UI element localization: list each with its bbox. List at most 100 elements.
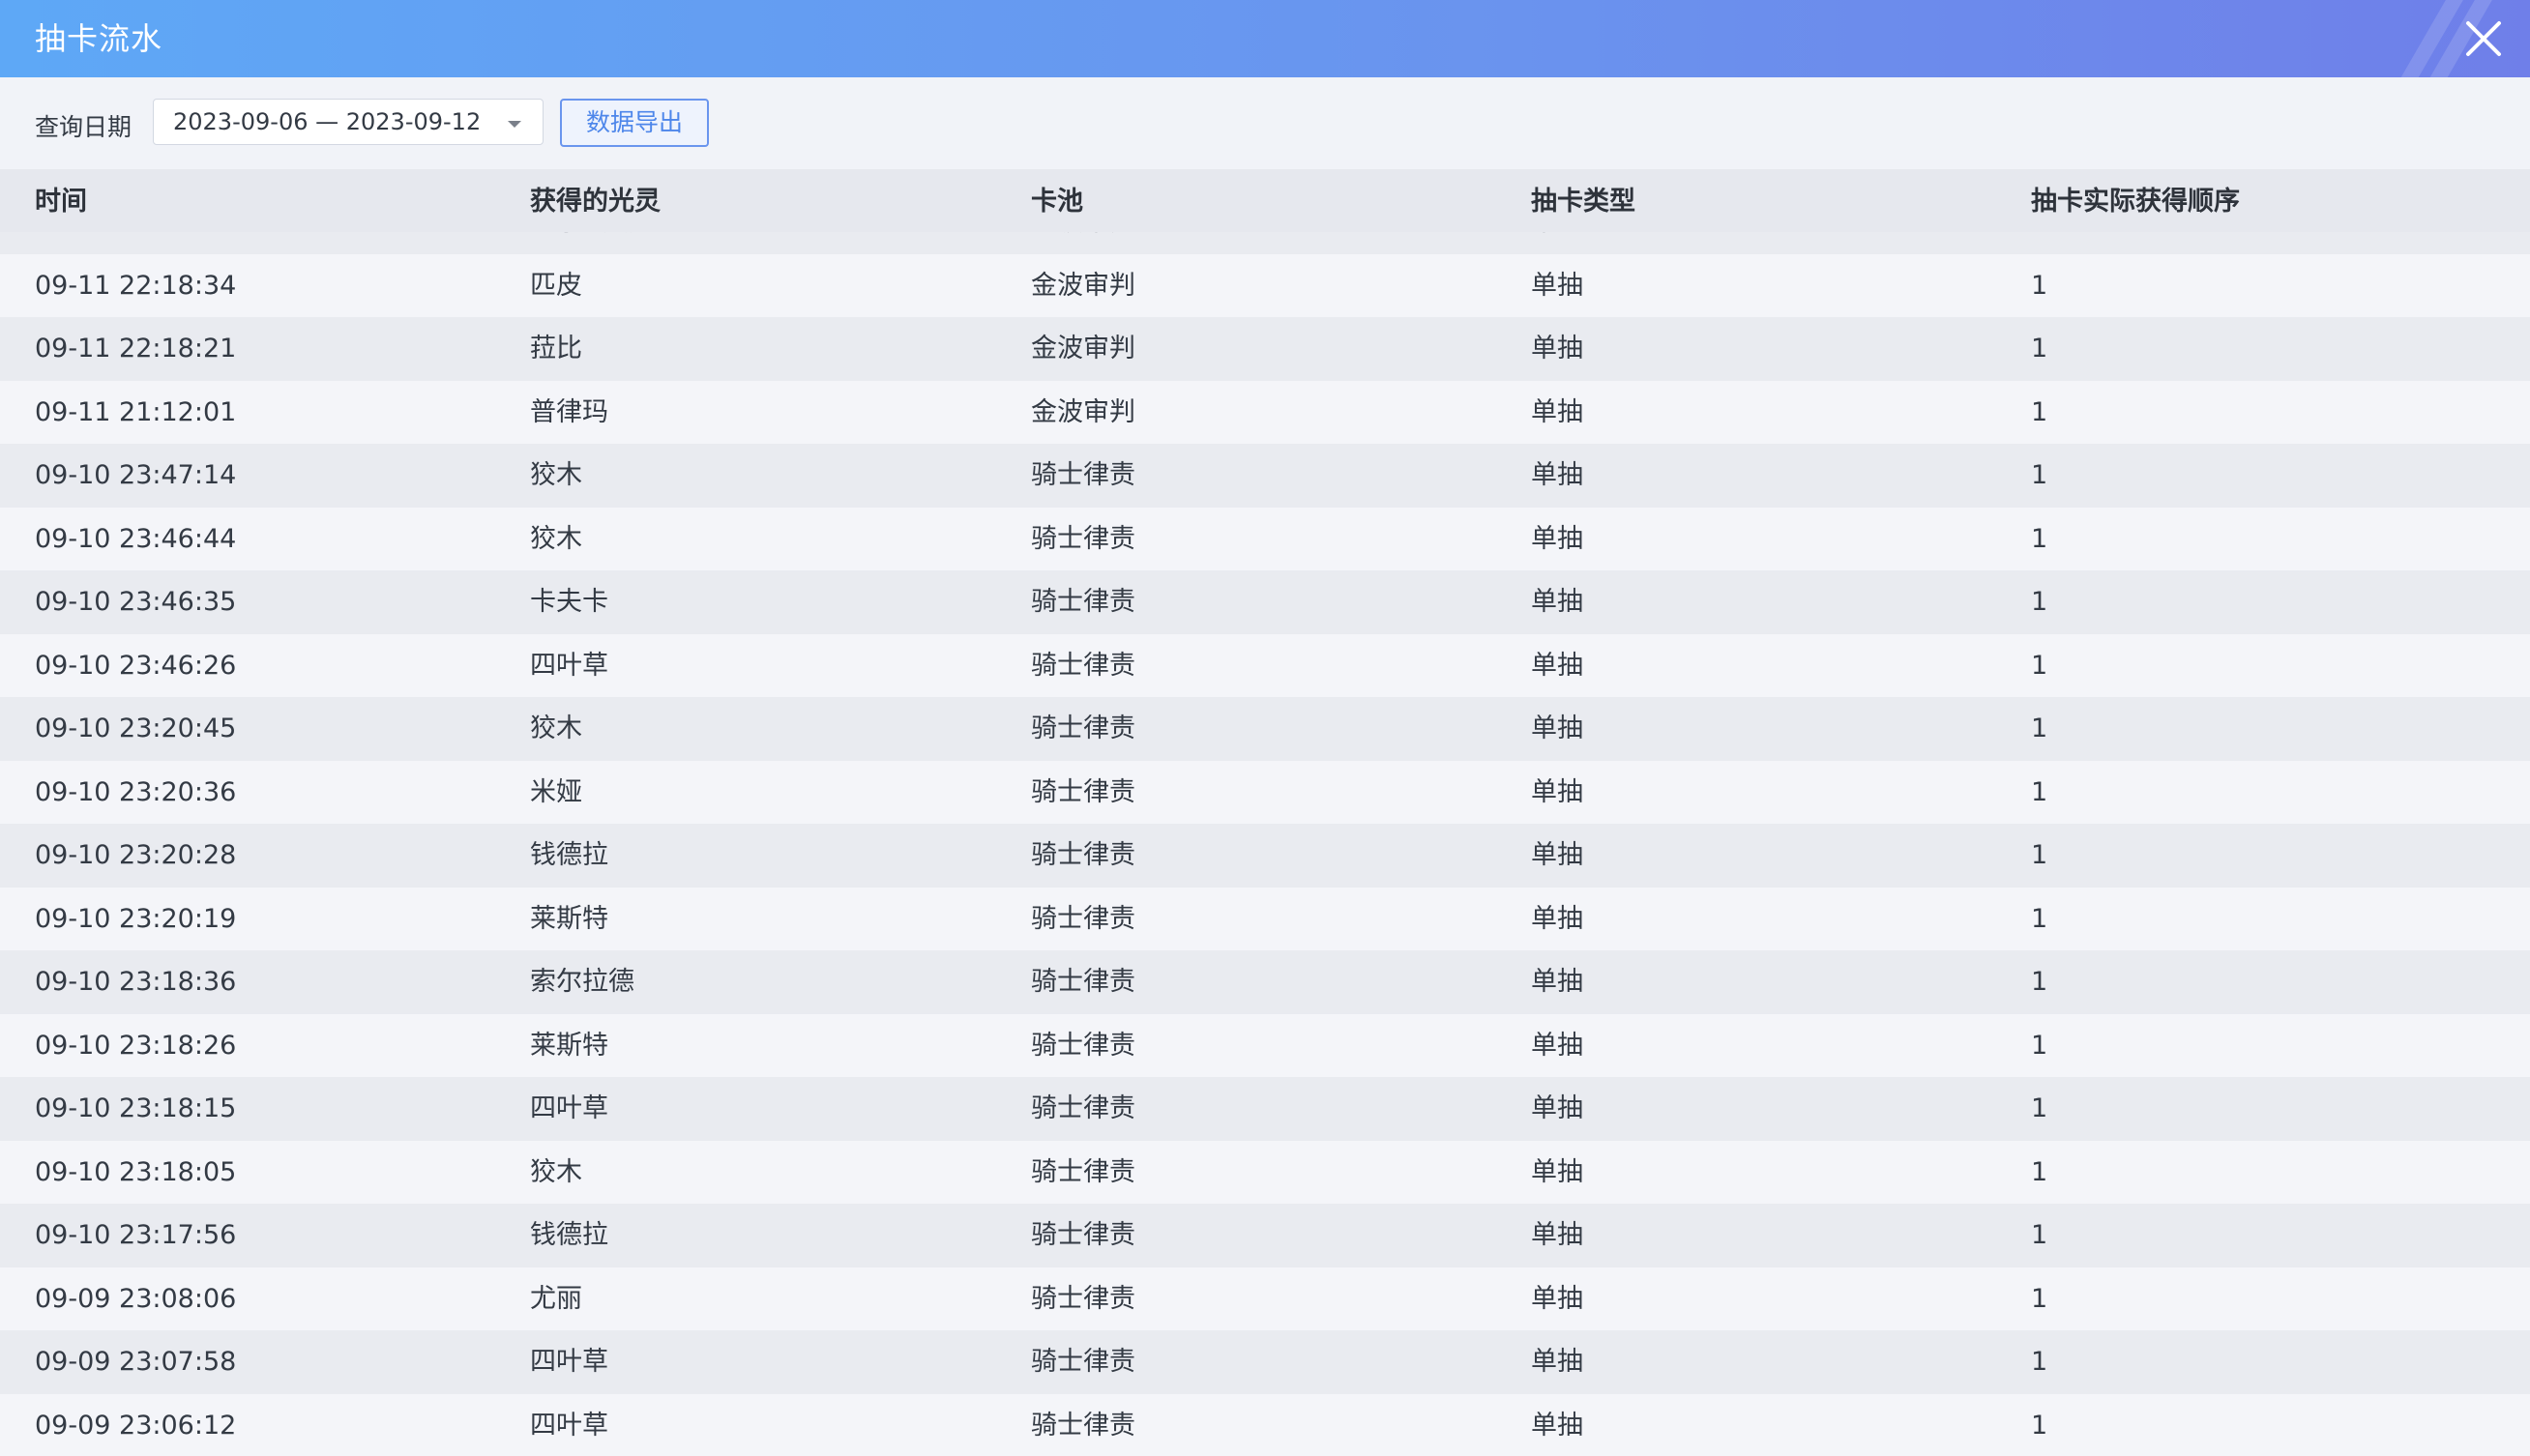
cell-pool: 骑士律责 (1031, 1347, 1135, 1377)
caret-down-icon (508, 121, 521, 128)
table-row[interactable]: 09-10 23:46:35 卡夫卡 骑士律责 单抽 1 (0, 570, 2530, 634)
cell-pool: 骑士律责 (1031, 1030, 1135, 1061)
cell-draw-type: 单抽 (1531, 840, 1583, 870)
date-range-value: 2023-09-06 — 2023-09-12 (173, 108, 482, 135)
table-row[interactable]: 09-10 23:46:44 狡木 骑士律责 单抽 1 (0, 507, 2530, 570)
cell-spirit: 莱斯特 (530, 903, 608, 934)
cell-time: 09-10 23:18:15 (35, 1093, 237, 1123)
table-row[interactable]: 09-10 23:46:26 四叶草 骑士律责 单抽 1 (0, 633, 2530, 697)
column-header-pool: 卡池 (1031, 187, 1083, 217)
cell-pool: 骑士律责 (1031, 967, 1135, 997)
table-row[interactable]: 09-10 23:18:36 索尔拉德 骑士律责 单抽 1 (0, 950, 2530, 1014)
cell-spirit: 匹皮 (530, 270, 582, 301)
cell-spirit: 尤丽 (530, 1283, 582, 1314)
cell-order: 1 (2031, 1283, 2048, 1314)
cell-time: 09-11 21:12:01 (35, 396, 237, 427)
cell-time: 09-09 23:07:58 (35, 1347, 237, 1377)
cell-pool: 骑士律责 (1031, 523, 1135, 554)
cell-draw-type: 单抽 (1531, 1156, 1583, 1187)
table-row[interactable]: 09-10 23:17:56 钱德拉 骑士律责 单抽 1 (0, 1204, 2530, 1267)
cell-order: 1 (2031, 270, 2048, 301)
query-date-label: 查询日期 (35, 113, 132, 141)
cell-time: 09-09 23:08:06 (35, 1283, 237, 1314)
cell-draw-type: 单抽 (1531, 776, 1583, 807)
table-row[interactable]: 09-10 23:18:26 莱斯特 骑士律责 单抽 1 (0, 1013, 2530, 1077)
cell-order: 1 (2031, 1093, 2048, 1123)
date-range-picker[interactable]: 2023-09-06 — 2023-09-12 (153, 99, 544, 145)
export-data-button[interactable]: 数据导出 (560, 99, 709, 147)
cell-order: 1 (2031, 967, 2048, 997)
cell-draw-type: 单抽 (1531, 587, 1583, 617)
cell-pool: 金波审判 (1031, 396, 1135, 427)
cell-spirit: 四叶草 (530, 650, 608, 681)
cell-order: 1 (2031, 776, 2048, 807)
cell-draw-type: 单抽 (1531, 1347, 1583, 1377)
cell-pool: 骑士律责 (1031, 1220, 1135, 1250)
cell-pool: 骑士律责 (1031, 903, 1135, 934)
cell-order: 1 (2031, 650, 2048, 681)
cell-order: 1 (2031, 232, 2047, 253)
cell-spirit: 菈比 (530, 334, 582, 364)
cell-time: 09-11 22:18:47 (35, 232, 236, 253)
column-header-spirit: 获得的光灵 (530, 187, 661, 217)
cell-pool: 骑士律责 (1031, 460, 1135, 490)
cell-time: 09-10 23:46:26 (35, 650, 237, 681)
cell-spirit: 狡木 (530, 1156, 582, 1187)
cell-draw-type: 单抽 (1531, 1220, 1583, 1250)
close-button[interactable] (2458, 14, 2509, 64)
cell-draw-type: 单抽 (1531, 903, 1583, 934)
table-row[interactable]: 09-11 22:18:21 菈比 金波审判 单抽 1 (0, 317, 2530, 381)
cell-spirit: 钱德拉 (530, 840, 608, 870)
cell-time: 09-10 23:17:56 (35, 1220, 237, 1250)
cell-pool: 骑士律责 (1031, 650, 1135, 681)
table-body[interactable]: 09-11 22:18:47索尔&犬光金波审判单抽109-11 22:18:34… (0, 232, 2530, 1456)
column-header-draw-type: 抽卡类型 (1531, 187, 1635, 217)
cell-order: 1 (2031, 1410, 2048, 1441)
cell-pool: 金波审判 (1031, 334, 1135, 364)
table-row[interactable]: 09-11 21:12:01 普律玛 金波审判 单抽 1 (0, 380, 2530, 444)
cell-draw-type: 单抽 (1531, 650, 1583, 681)
cell-spirit: 莱斯特 (530, 1030, 608, 1061)
table-row[interactable]: 09-10 23:47:14 狡木 骑士律责 单抽 1 (0, 444, 2530, 508)
column-header-order: 抽卡实际获得顺序 (2031, 187, 2240, 217)
cell-time: 09-10 23:46:35 (35, 587, 237, 617)
table-row[interactable]: 09-10 23:18:15 四叶草 骑士律责 单抽 1 (0, 1077, 2530, 1141)
table-row[interactable]: 09-10 23:18:05 狡木 骑士律责 单抽 1 (0, 1140, 2530, 1204)
table-row[interactable]: 09-11 22:18:47 索尔&犬光 金波审判 单抽 1 (0, 232, 2530, 254)
table-row[interactable]: 09-10 23:20:28 钱德拉 骑士律责 单抽 1 (0, 824, 2530, 888)
cell-time: 09-09 23:06:12 (35, 1410, 237, 1441)
cell-draw-type: 单抽 (1531, 396, 1583, 427)
cell-time: 09-10 23:46:44 (35, 523, 237, 554)
table-row[interactable]: 09-09 23:07:58 四叶草 骑士律责 单抽 1 (0, 1330, 2530, 1394)
cell-order: 1 (2031, 713, 2048, 743)
table-row[interactable]: 09-10 23:20:36 米娅 骑士律责 单抽 1 (0, 760, 2530, 824)
cell-pool: 骑士律责 (1031, 840, 1135, 870)
cell-time: 09-10 23:20:36 (35, 776, 237, 807)
cell-draw-type: 单抽 (1531, 1283, 1583, 1314)
cell-order: 1 (2031, 1347, 2048, 1377)
cell-time: 09-10 23:18:05 (35, 1156, 237, 1187)
table-row[interactable]: 09-10 23:20:45 狡木 骑士律责 单抽 1 (0, 697, 2530, 761)
cell-order: 1 (2031, 523, 2048, 554)
cell-spirit: 狡木 (530, 713, 582, 743)
table-row[interactable]: 09-11 22:18:34 匹皮 金波审判 单抽 1 (0, 253, 2530, 317)
cell-order: 1 (2031, 334, 2048, 364)
table-row[interactable]: 09-09 23:06:12 四叶草 骑士律责 单抽 1 (0, 1393, 2530, 1456)
cell-spirit: 四叶草 (530, 1410, 608, 1441)
filter-toolbar: 查询日期 2023-09-06 — 2023-09-12 数据导出 (0, 77, 2530, 169)
cell-order: 1 (2031, 587, 2048, 617)
cell-time: 09-11 22:18:21 (35, 334, 237, 364)
cell-pool: 骑士律责 (1031, 1093, 1135, 1123)
cell-draw-type: 单抽 (1531, 1410, 1583, 1441)
cell-time: 09-10 23:47:14 (35, 460, 237, 490)
table-row[interactable]: 09-09 23:08:06 尤丽 骑士律责 单抽 1 (0, 1267, 2530, 1330)
cell-order: 1 (2031, 840, 2048, 870)
cell-spirit: 米娅 (530, 776, 582, 807)
cell-draw-type: 单抽 (1531, 523, 1583, 554)
cell-spirit: 卡夫卡 (530, 587, 608, 617)
close-icon (2466, 21, 2501, 56)
cell-draw-type: 单抽 (1531, 460, 1583, 490)
cell-spirit: 四叶草 (530, 1347, 608, 1377)
cell-draw-type: 单抽 (1531, 1030, 1583, 1061)
table-row[interactable]: 09-10 23:20:19 莱斯特 骑士律责 单抽 1 (0, 887, 2530, 950)
